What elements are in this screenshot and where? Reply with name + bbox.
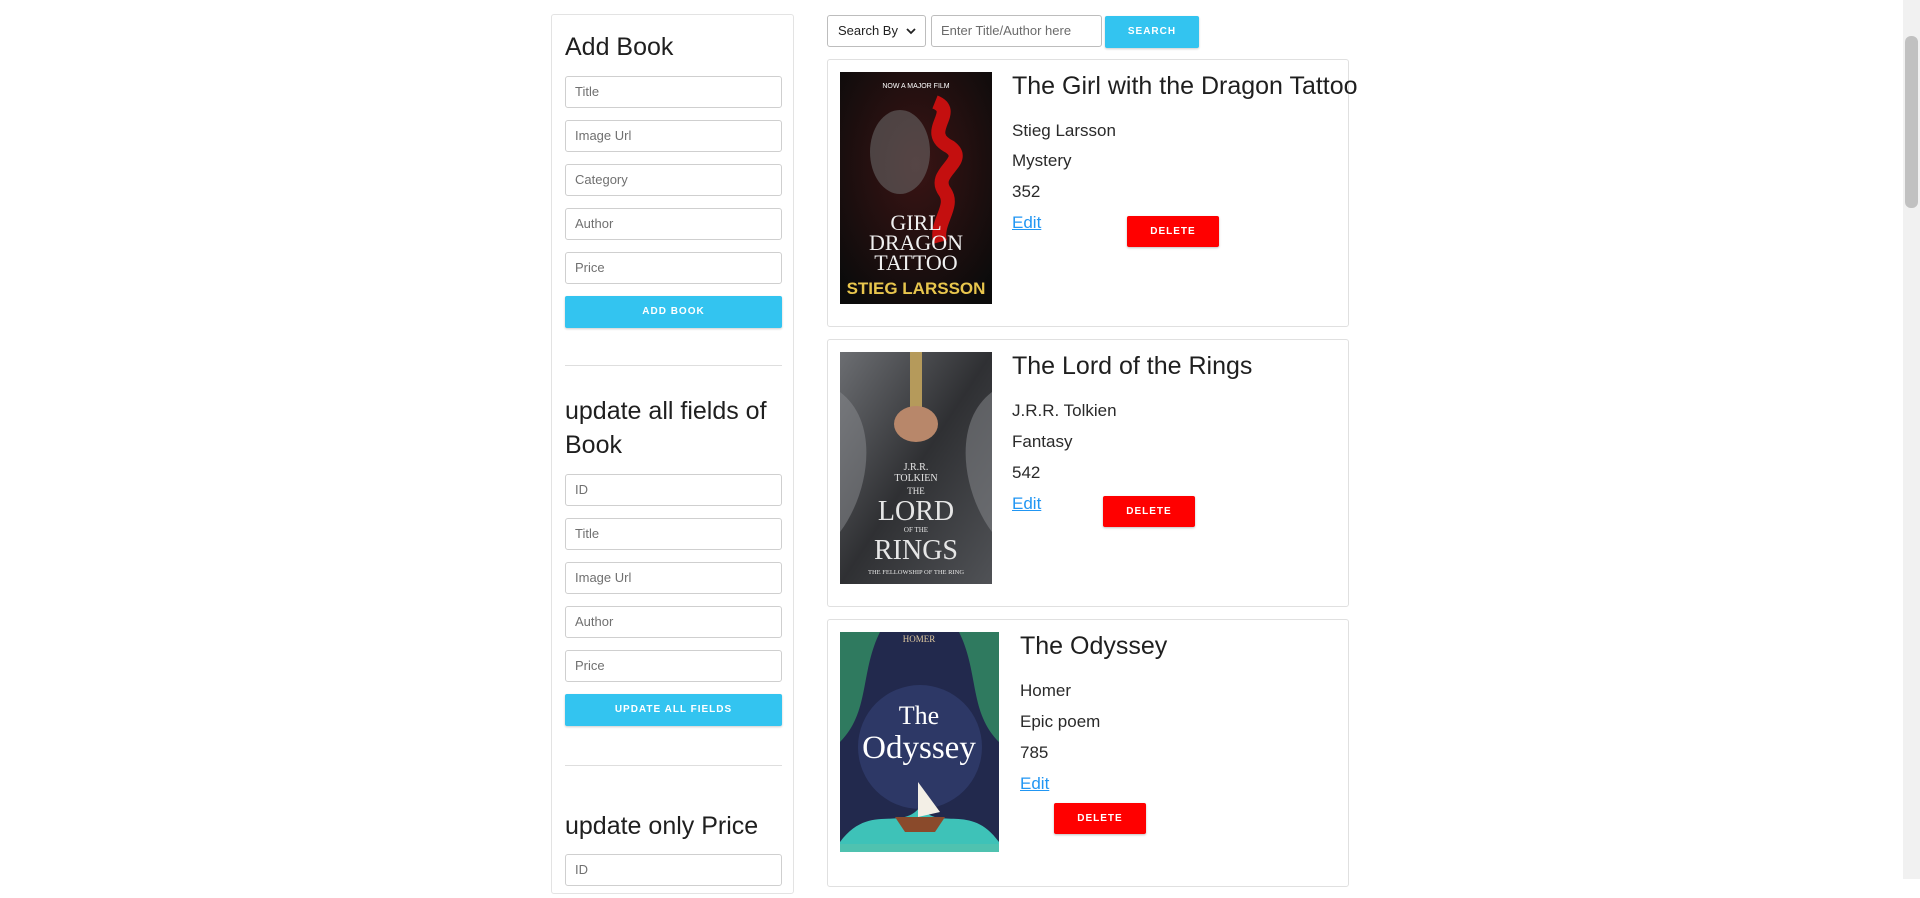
- book-cover-image: HOMER The Odyssey: [840, 632, 999, 852]
- update-author-input[interactable]: Author: [565, 606, 782, 638]
- scrollbar-thumb[interactable]: [1905, 36, 1918, 208]
- book-category: Epic poem: [1020, 712, 1101, 731]
- search-by-select[interactable]: Search By: [827, 15, 926, 47]
- book-author: Stieg Larsson: [1012, 121, 1116, 140]
- update-title-input[interactable]: Title: [565, 518, 782, 550]
- edit-link[interactable]: Edit: [1020, 773, 1049, 795]
- book-forms-panel: Add Book Title Image Url Category Author…: [551, 14, 794, 894]
- book-category: Mystery: [1012, 151, 1072, 170]
- add-title-input[interactable]: Title: [565, 76, 782, 108]
- update-price-heading: update only Price: [565, 812, 759, 840]
- add-book-heading: Add Book: [565, 33, 674, 61]
- cover-author: STIEG LARSSON: [847, 279, 986, 298]
- edit-link[interactable]: Edit: [1012, 493, 1041, 515]
- book-card: NOW A MAJOR FILM GIRL DRAGON TATTOO STIE…: [827, 59, 1358, 327]
- price-update-id-input[interactable]: ID: [565, 854, 782, 886]
- update-price-form: update only Price ID: [565, 809, 782, 898]
- search-button[interactable]: SEARCH: [1105, 16, 1199, 48]
- book-card: HOMER The Odyssey The Odyssey Homer Epic…: [827, 619, 1349, 887]
- add-category-input[interactable]: Category: [565, 164, 782, 196]
- add-book-button[interactable]: ADD BOOK: [565, 296, 782, 328]
- search-by-label: Search By: [838, 23, 898, 38]
- book-cover-image: J.R.R. TOLKIEN THE LORD OF THE RINGS THE…: [840, 352, 992, 584]
- update-all-fields-button[interactable]: UPDATE ALL FIELDS: [565, 694, 782, 726]
- cover-tagline: NOW A MAJOR FILM: [882, 83, 949, 90]
- update-id-input[interactable]: ID: [565, 474, 782, 506]
- search-input[interactable]: Enter Title/Author here: [931, 15, 1102, 47]
- delete-button[interactable]: DELETE: [1054, 803, 1146, 834]
- delete-button[interactable]: DELETE: [1103, 496, 1195, 527]
- cover-word: J.R.R.: [904, 462, 929, 473]
- add-author-input[interactable]: Author: [565, 208, 782, 240]
- update-image-url-input[interactable]: Image Url: [565, 562, 782, 594]
- cover-word: TOLKIEN: [894, 473, 937, 484]
- add-book-form: Add Book Title Image Url Category Author…: [565, 30, 782, 328]
- cover-word: The: [899, 701, 939, 730]
- book-author: Homer: [1020, 681, 1072, 700]
- book-category: Fantasy: [1012, 432, 1073, 451]
- book-card: J.R.R. TOLKIEN THE LORD OF THE RINGS THE…: [827, 339, 1349, 607]
- divider: [565, 365, 782, 366]
- book-cover-image: NOW A MAJOR FILM GIRL DRAGON TATTOO STIE…: [840, 72, 992, 304]
- book-title: The Lord of the Rings: [1012, 352, 1253, 380]
- edit-link[interactable]: Edit: [1012, 212, 1041, 234]
- book-title: The Girl with the Dragon Tattoo: [1012, 72, 1358, 100]
- book-price: 542: [1012, 463, 1041, 482]
- update-all-heading: update all fields of Book: [565, 397, 767, 459]
- cover-word: OF THE: [904, 526, 928, 534]
- cover-word: LORD: [878, 496, 954, 527]
- cover-author: HOMER: [903, 634, 936, 644]
- cover-word: Odyssey: [862, 730, 976, 766]
- update-price-input[interactable]: Price: [565, 650, 782, 682]
- update-all-form: update all fields of Book ID Title Image…: [565, 394, 782, 726]
- book-author: J.R.R. Tolkien: [1012, 401, 1117, 420]
- book-price: 785: [1020, 743, 1049, 762]
- book-price: 352: [1012, 182, 1041, 201]
- add-image-url-input[interactable]: Image Url: [565, 120, 782, 152]
- page-scrollbar[interactable]: [1903, 0, 1920, 879]
- chevron-down-icon: [906, 28, 916, 35]
- divider: [565, 765, 782, 766]
- cover-word: THE: [907, 486, 925, 496]
- cover-subtitle: THE FELLOWSHIP OF THE RING: [868, 569, 964, 576]
- book-title: The Odyssey: [1020, 632, 1168, 660]
- delete-button[interactable]: DELETE: [1127, 216, 1219, 247]
- cover-word: TATTOO: [874, 250, 957, 275]
- add-price-input[interactable]: Price: [565, 252, 782, 284]
- cover-word: RINGS: [874, 535, 958, 566]
